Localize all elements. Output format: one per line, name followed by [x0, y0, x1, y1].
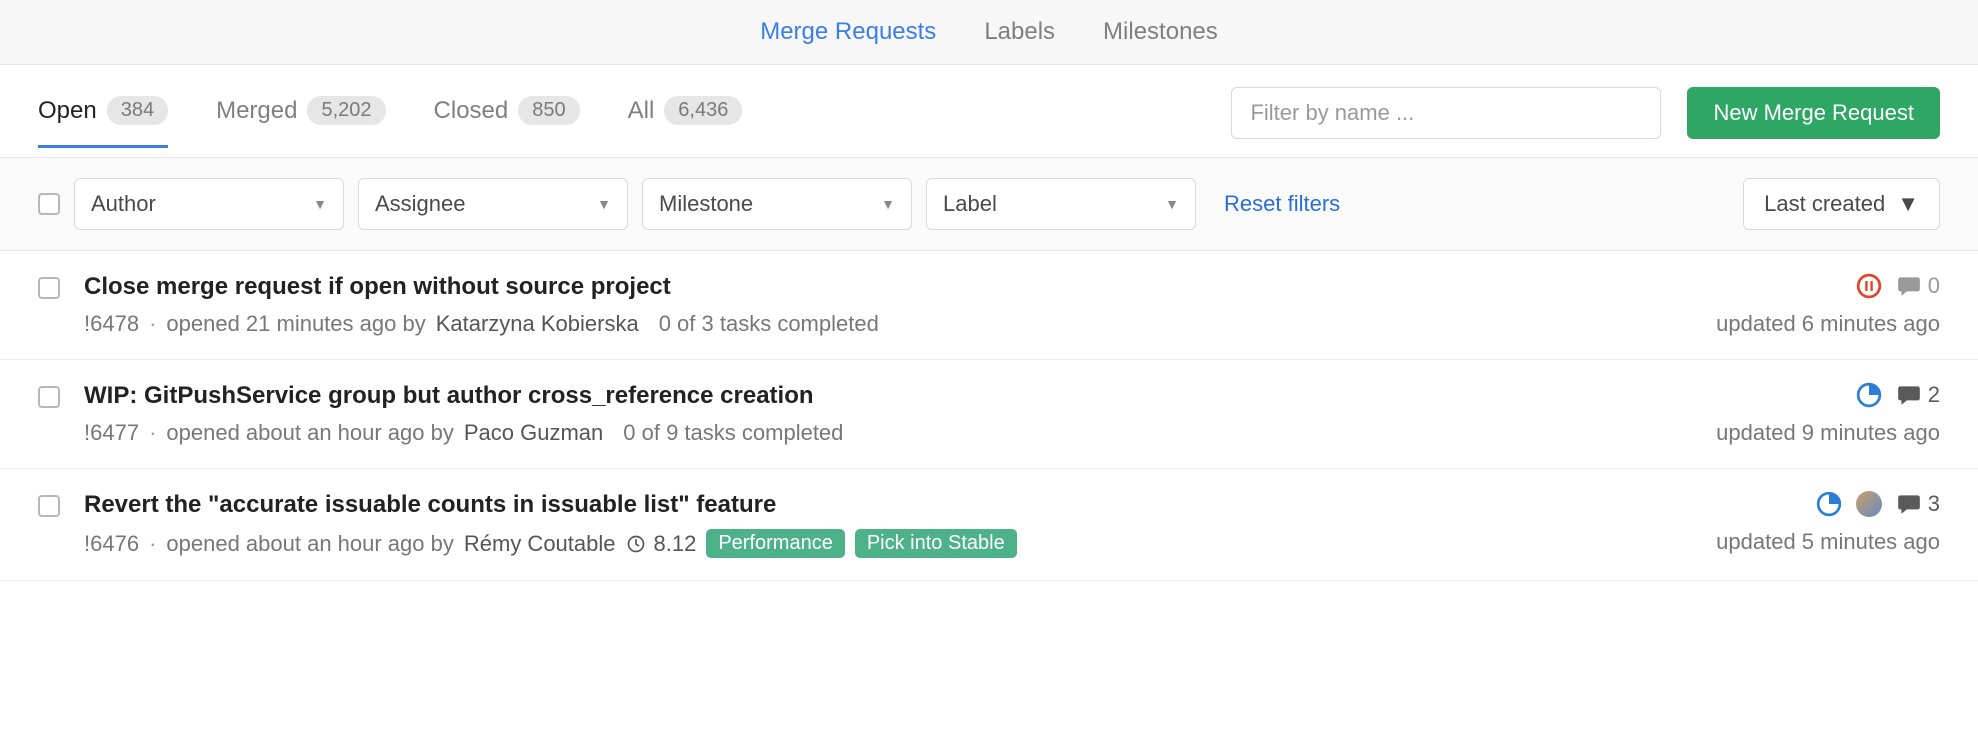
tab-merge-requests[interactable]: Merge Requests — [760, 18, 936, 46]
subnav: Open 384 Merged 5,202 Closed 850 All 6,4… — [0, 65, 1978, 158]
mr-milestone[interactable]: 8.12 — [626, 531, 697, 557]
pipeline-status-icon[interactable] — [1816, 491, 1842, 517]
row-checkbox[interactable] — [38, 277, 60, 299]
chevron-down-icon: ▼ — [881, 196, 895, 212]
mr-meta: !6478 · opened 21 minutes ago by Katarzyna … — [84, 311, 1596, 337]
pipeline-status-icon[interactable] — [1856, 273, 1882, 299]
state-tab-merged[interactable]: Merged 5,202 — [216, 96, 385, 148]
tab-labels[interactable]: Labels — [984, 18, 1055, 46]
filter-bar: Author ▼ Assignee ▼ Milestone ▼ Label ▼ … — [0, 158, 1978, 251]
label-dropdown-label: Label — [943, 191, 997, 217]
mr-ref: !6476 — [84, 531, 139, 557]
mr-opened: opened about an hour ago by — [166, 531, 453, 557]
mr-tasks: 0 of 9 tasks completed — [623, 420, 843, 446]
mr-title[interactable]: Close merge request if open without sour… — [84, 273, 1596, 301]
assignee-dropdown[interactable]: Assignee ▼ — [358, 178, 628, 230]
state-tab-all[interactable]: All 6,436 — [628, 96, 743, 148]
mr-opened: opened about an hour ago by — [166, 420, 453, 446]
mr-row: WIP: GitPushService group but author cro… — [0, 360, 1978, 469]
mr-updated: updated 9 minutes ago — [1716, 420, 1940, 446]
comments-count[interactable]: 0 — [1896, 273, 1940, 299]
select-all-checkbox[interactable] — [38, 193, 60, 215]
comments-count[interactable]: 3 — [1896, 491, 1940, 517]
progress-circle-icon — [1856, 382, 1882, 408]
mr-icons: 0 — [1856, 273, 1940, 299]
mr-opened: opened 21 minutes ago by — [166, 311, 425, 337]
reset-filters-link[interactable]: Reset filters — [1224, 191, 1340, 217]
mr-ref: !6477 — [84, 420, 139, 446]
comments-icon — [1896, 491, 1922, 517]
mr-list: Close merge request if open without sour… — [0, 251, 1978, 581]
label-dropdown[interactable]: Label ▼ — [926, 178, 1196, 230]
state-tab-open-label: Open — [38, 97, 97, 125]
progress-circle-icon — [1816, 491, 1842, 517]
row-checkbox[interactable] — [38, 386, 60, 408]
sort-dropdown[interactable]: Last created ▼ — [1743, 178, 1940, 230]
state-tab-open[interactable]: Open 384 — [38, 96, 168, 148]
tab-milestones[interactable]: Milestones — [1103, 18, 1218, 46]
chevron-down-icon: ▼ — [313, 196, 327, 212]
mr-icons: 3 — [1816, 491, 1940, 517]
state-tab-all-count: 6,436 — [664, 96, 742, 125]
pipeline-status-icon[interactable] — [1856, 382, 1882, 408]
mr-tasks: 0 of 3 tasks completed — [659, 311, 879, 337]
mr-main: Revert the "accurate issuable counts in … — [84, 491, 1596, 558]
separator: · — [149, 311, 156, 337]
chevron-down-icon: ▼ — [1165, 196, 1179, 212]
comments-count[interactable]: 2 — [1896, 382, 1940, 408]
mr-row: Revert the "accurate issuable counts in … — [0, 469, 1978, 581]
filter-input[interactable] — [1231, 87, 1661, 139]
sort-dropdown-label: Last created — [1764, 191, 1885, 217]
mr-right: 0 updated 6 minutes ago — [1620, 273, 1940, 337]
mr-row: Close merge request if open without sour… — [0, 251, 1978, 360]
state-tab-open-count: 384 — [107, 96, 168, 125]
label-tag[interactable]: Pick into Stable — [855, 529, 1017, 558]
state-tab-merged-count: 5,202 — [307, 96, 385, 125]
clock-icon — [626, 534, 646, 554]
milestone-dropdown[interactable]: Milestone ▼ — [642, 178, 912, 230]
mr-title[interactable]: WIP: GitPushService group but author cro… — [84, 382, 1596, 410]
mr-meta: !6477 · opened about an hour ago by Paco Gu… — [84, 420, 1596, 446]
mr-right: 3 updated 5 minutes ago — [1620, 491, 1940, 558]
separator: · — [149, 531, 156, 557]
mr-meta: !6476 · opened about an hour ago by Rémy Co… — [84, 529, 1596, 558]
milestone-dropdown-label: Milestone — [659, 191, 753, 217]
mr-right: 2 updated 9 minutes ago — [1620, 382, 1940, 446]
author-dropdown[interactable]: Author ▼ — [74, 178, 344, 230]
mr-icons: 2 — [1856, 382, 1940, 408]
mr-updated: updated 5 minutes ago — [1716, 529, 1940, 555]
mr-author[interactable]: Paco Guzman — [464, 420, 603, 446]
label-tag[interactable]: Performance — [706, 529, 845, 558]
state-tab-closed-label: Closed — [434, 97, 509, 125]
top-nav: Merge Requests Labels Milestones — [0, 0, 1978, 65]
mr-title[interactable]: Revert the "accurate issuable counts in … — [84, 491, 1596, 519]
state-tab-closed-count: 850 — [518, 96, 579, 125]
mr-updated: updated 6 minutes ago — [1716, 311, 1940, 337]
separator: · — [149, 420, 156, 446]
comments-icon — [1896, 273, 1922, 299]
state-tabs: Open 384 Merged 5,202 Closed 850 All 6,4… — [38, 96, 1231, 148]
new-merge-request-button[interactable]: New Merge Request — [1687, 87, 1940, 139]
chevron-down-icon: ▼ — [597, 196, 611, 212]
state-tab-closed[interactable]: Closed 850 — [434, 96, 580, 148]
comments-icon — [1896, 382, 1922, 408]
row-checkbox[interactable] — [38, 495, 60, 517]
mr-ref: !6478 — [84, 311, 139, 337]
mr-author[interactable]: Katarzyna Kobierska — [436, 311, 639, 337]
pause-circle-icon — [1856, 273, 1882, 299]
state-tab-all-label: All — [628, 97, 655, 125]
assignee-avatar[interactable] — [1856, 491, 1882, 517]
mr-main: Close merge request if open without sour… — [84, 273, 1596, 337]
chevron-down-icon: ▼ — [1897, 191, 1919, 217]
author-dropdown-label: Author — [91, 191, 156, 217]
state-tab-merged-label: Merged — [216, 97, 297, 125]
assignee-dropdown-label: Assignee — [375, 191, 466, 217]
mr-main: WIP: GitPushService group but author cro… — [84, 382, 1596, 446]
mr-author[interactable]: Rémy Coutable — [464, 531, 616, 557]
